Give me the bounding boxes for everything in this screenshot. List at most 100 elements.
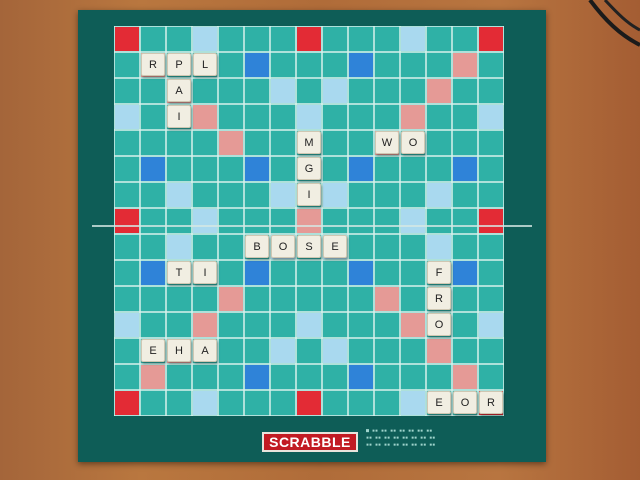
board-square: [271, 261, 295, 285]
board-square: [323, 313, 347, 337]
letter-tile[interactable]: R: [427, 287, 451, 310]
board-square: [349, 313, 373, 337]
board-square: [349, 287, 373, 311]
board-square: [271, 391, 295, 415]
board-square: [375, 79, 399, 103]
board-square: [271, 105, 295, 129]
board-square: [193, 79, 217, 103]
letter-tile[interactable]: I: [167, 105, 191, 128]
board-square: [245, 131, 269, 155]
premium-square-tl: [141, 157, 165, 181]
board-square: [375, 183, 399, 207]
board-square: [219, 261, 243, 285]
board-square: [453, 313, 477, 337]
letter-tile[interactable]: T: [167, 261, 191, 284]
letter-tile[interactable]: E: [427, 391, 451, 414]
board-square: [453, 339, 477, 363]
letter-tile[interactable]: L: [193, 53, 217, 76]
letter-tile[interactable]: O: [427, 313, 451, 336]
board-square: [375, 313, 399, 337]
premium-square-dl: [297, 313, 321, 337]
board-square: [141, 27, 165, 51]
board-square: [271, 313, 295, 337]
premium-square-dl: [401, 209, 425, 233]
board-square: [349, 105, 373, 129]
premium-square-dw: [427, 339, 451, 363]
board-square: [401, 79, 425, 103]
board-square: [401, 235, 425, 259]
letter-tile[interactable]: M: [297, 131, 321, 154]
board-square: [193, 287, 217, 311]
letter-tile[interactable]: R: [141, 53, 165, 76]
premium-square-dl: [193, 209, 217, 233]
premium-square-dw: [297, 209, 321, 233]
board-square: [479, 157, 503, 181]
board-square: [167, 209, 191, 233]
board-square: [245, 79, 269, 103]
board-square: [453, 105, 477, 129]
letter-tile[interactable]: I: [297, 183, 321, 206]
board-square: [271, 365, 295, 389]
board-square: [453, 287, 477, 311]
premium-square-dw: [193, 105, 217, 129]
board-square: [323, 131, 347, 155]
board-square: [453, 131, 477, 155]
premium-square-tw: [115, 209, 139, 233]
letter-tile[interactable]: E: [141, 339, 165, 362]
board-square: [193, 131, 217, 155]
premium-square-dl: [271, 79, 295, 103]
board-square: [219, 235, 243, 259]
board-square: [115, 235, 139, 259]
board-square: [115, 339, 139, 363]
board-square: [167, 131, 191, 155]
letter-tile[interactable]: O: [453, 391, 477, 414]
premium-square-dl: [401, 27, 425, 51]
board-square: [427, 209, 451, 233]
board-square: [219, 313, 243, 337]
premium-square-dw: [453, 365, 477, 389]
board-square: [245, 339, 269, 363]
board-square: [375, 27, 399, 51]
board-square: [427, 105, 451, 129]
letter-tile[interactable]: R: [479, 391, 503, 414]
premium-square-tl: [349, 261, 373, 285]
board-square: [271, 131, 295, 155]
board-square: [401, 157, 425, 181]
letter-tile[interactable]: I: [193, 261, 217, 284]
letter-tile[interactable]: O: [401, 131, 425, 154]
premium-square-tw: [479, 27, 503, 51]
letter-tile[interactable]: F: [427, 261, 451, 284]
letter-tile[interactable]: S: [297, 235, 321, 258]
premium-square-dw: [401, 313, 425, 337]
board-square: [115, 287, 139, 311]
premium-square-tl: [349, 157, 373, 181]
board-square: [219, 365, 243, 389]
premium-square-dl: [115, 105, 139, 129]
letter-tile[interactable]: H: [167, 339, 191, 362]
letter-tile[interactable]: A: [193, 339, 217, 362]
board-square: [219, 79, 243, 103]
board-square: [375, 391, 399, 415]
board-square: [193, 235, 217, 259]
board-square: [141, 183, 165, 207]
board-square: [479, 365, 503, 389]
letter-tile[interactable]: A: [167, 79, 191, 102]
board-square: [271, 287, 295, 311]
letter-tile[interactable]: W: [375, 131, 399, 154]
letter-tile[interactable]: B: [245, 235, 269, 258]
letter-tile[interactable]: P: [167, 53, 191, 76]
board-square: [323, 209, 347, 233]
board-square: [219, 105, 243, 129]
board-square: [323, 105, 347, 129]
letter-tile[interactable]: O: [271, 235, 295, 258]
letter-tile[interactable]: G: [297, 157, 321, 180]
letter-tile[interactable]: E: [323, 235, 347, 258]
board-square: [219, 157, 243, 181]
board-square: [401, 339, 425, 363]
board-square: [193, 365, 217, 389]
premium-square-dw: [427, 79, 451, 103]
board-square: [427, 27, 451, 51]
board-square: [479, 79, 503, 103]
board-square: [375, 261, 399, 285]
premium-square-tl: [245, 157, 269, 181]
